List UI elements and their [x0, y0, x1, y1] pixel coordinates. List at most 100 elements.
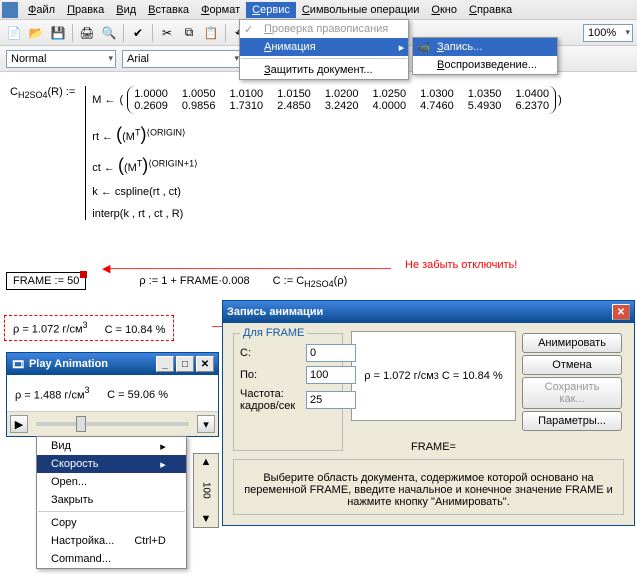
spell-icon[interactable]: ✔ — [128, 23, 148, 43]
matrix-cell: 1.0350 — [468, 88, 502, 100]
zoom-combo[interactable]: 100% — [583, 24, 633, 42]
help-text: Выберите область документа, содержимое к… — [240, 472, 617, 508]
play-slider[interactable] — [36, 422, 189, 426]
dlg-close-button[interactable]: ✕ — [612, 304, 630, 320]
red-note: Не забыть отключить! — [405, 259, 517, 271]
menu-service-dropdown: ✓Проверка правописанияАнимация▸ Защитить … — [239, 19, 409, 80]
matrix-cell: 1.0150 — [277, 88, 311, 100]
close-button[interactable]: ✕ — [196, 356, 214, 372]
save-icon[interactable]: 💾 — [48, 23, 68, 43]
matrix-cell: 1.0050 — [182, 88, 216, 100]
menu-item[interactable]: Воспроизведение... — [413, 56, 557, 74]
menu-item[interactable]: Анимация▸ — [240, 38, 408, 56]
from-input[interactable] — [306, 344, 356, 362]
menu-item[interactable]: Защитить документ... — [240, 61, 408, 79]
menu-Вид[interactable]: Вид — [110, 2, 142, 18]
worksheet: CH2SO4(R) := M ← ( 1.00001.00501.01001.0… — [0, 72, 637, 234]
minimize-button[interactable]: _ — [156, 356, 174, 372]
options-button[interactable]: Параметры... — [522, 411, 622, 431]
zoom-value: 100 — [201, 482, 212, 499]
cancel-button[interactable]: Отмена — [522, 355, 622, 375]
interp-line: interp(k , rt , ct , R) — [92, 208, 561, 220]
frame-box[interactable]: FRAME := 50 — [6, 272, 86, 290]
ctx-item[interactable]: Copy — [37, 514, 186, 532]
to-input[interactable] — [306, 366, 356, 384]
animate-button[interactable]: Анимировать — [522, 333, 622, 353]
c-def: C := CH2SO4(ρ) — [273, 275, 348, 287]
menu-Справка[interactable]: Справка — [463, 2, 518, 18]
dlg-title[interactable]: Запись анимации ✕ — [223, 301, 634, 323]
menu-Сервис[interactable]: Сервис — [246, 2, 296, 18]
matrix-cell: 4.0000 — [372, 100, 406, 112]
matrix-cell: 2.4850 — [277, 100, 311, 112]
preview-box: ρ = 1.072 г/см3 C = 10.84 % — [351, 331, 516, 421]
font-combo[interactable]: Arial — [122, 50, 242, 68]
playwin-body: ρ = 1.488 г/см3 C = 59.06 % — [7, 375, 218, 411]
matrix-cell: 1.0400 — [515, 88, 549, 100]
menu-animation-submenu: 📹Запись...Воспроизведение... — [412, 37, 558, 75]
func-def: CH2SO4(R) := — [10, 86, 75, 100]
menu-Файл[interactable]: Файл — [22, 2, 61, 18]
new-icon[interactable]: 📄 — [4, 23, 24, 43]
context-menu: Вид▸Скорость▸Open...Закрыть CopyНастройка… — [36, 436, 187, 569]
menubar: ФайлПравкаВидВставкаФорматСервисСимвольн… — [0, 0, 637, 20]
menu-item: ✓Проверка правописания — [240, 20, 408, 38]
copy-icon[interactable]: ⧉ — [179, 23, 199, 43]
from-label: С: — [240, 347, 300, 359]
menu-Символьные операции[interactable]: Символьные операции — [296, 2, 426, 18]
app-icon — [2, 2, 18, 18]
matrix-cell: 6.2370 — [515, 100, 549, 112]
menu-item[interactable]: 📹Запись... — [413, 38, 557, 56]
rt-line: rt ← ((MT)⟨ORIGIN⟩ — [92, 124, 561, 145]
menu-Вставка[interactable]: Вставка — [142, 2, 195, 18]
preview-icon[interactable]: 🔍 — [99, 23, 119, 43]
print-icon[interactable]: 🖨 — [77, 23, 97, 43]
ctx-item[interactable]: Закрыть — [37, 491, 186, 509]
ctx-item[interactable]: Open... — [37, 473, 186, 491]
ctx-item[interactable]: Вид▸ — [37, 437, 186, 455]
matrix-cell: 1.0100 — [230, 88, 264, 100]
matrix-cell: 3.2420 — [325, 100, 359, 112]
rho-def: ρ := 1 + FRAME·0.008 — [139, 275, 249, 287]
matrix-cell: 1.0250 — [372, 88, 406, 100]
matrix-cell: 0.2609 — [134, 100, 168, 112]
maximize-button[interactable]: □ — [176, 356, 194, 372]
program-block: M ← ( 1.00001.00501.01001.01501.02001.02… — [85, 86, 561, 220]
matrix-cell: 0.9856 — [182, 100, 216, 112]
open-icon[interactable]: 📂 — [26, 23, 46, 43]
ctx-item[interactable]: Скорость▸ — [37, 455, 186, 473]
matrix: 1.00001.00501.01001.01501.02001.02501.03… — [127, 86, 556, 114]
ctx-item[interactable]: Настройка...Ctrl+D — [37, 532, 186, 550]
ctx-item[interactable]: Command... — [37, 550, 186, 568]
playwin-title[interactable]: 🎞Play Animation _ □ ✕ — [7, 353, 218, 375]
k-line: k ← cspline(rt , ct) — [92, 186, 561, 198]
red-arrow-left: ◀──────────────────────────────────── — [102, 262, 391, 275]
record-animation-dialog: Запись анимации ✕ Для FRAME С: По: Часто… — [222, 300, 635, 526]
m-assign: M ← — [92, 94, 115, 106]
zoom-down-icon[interactable]: ▼ — [201, 513, 212, 525]
dlg-buttons: Анимировать Отмена Сохранить как... Пара… — [522, 331, 622, 453]
frame-group: Для FRAME С: По: Частота: кадров/сек — [233, 333, 343, 451]
play-icon[interactable]: ▶ — [10, 415, 28, 433]
menu-Формат[interactable]: Формат — [195, 2, 246, 18]
results-box: ρ = 1.072 г/см3 C = 10.84 % — [4, 315, 174, 341]
zoom-up-icon[interactable]: ▲ — [201, 456, 212, 468]
ct-line: ct ← ((MT)⟨ORIGIN+1⟩ — [92, 155, 561, 176]
matrix-cell: 1.0300 — [420, 88, 454, 100]
menu-icon[interactable]: ▾ — [197, 415, 215, 433]
paste-icon[interactable]: 📋 — [201, 23, 221, 43]
play-animation-window: 🎞Play Animation _ □ ✕ ρ = 1.488 г/см3 C … — [6, 352, 219, 437]
style-combo[interactable]: Normal — [6, 50, 116, 68]
zoom-popup[interactable]: ▲ 100 ▼ — [193, 453, 219, 528]
rate-label: Частота: кадров/сек — [240, 388, 300, 412]
group-label: Для FRAME — [240, 327, 307, 339]
matrix-cell: 5.4930 — [468, 100, 502, 112]
menu-Окно[interactable]: Окно — [425, 2, 463, 18]
matrix-cell: 1.7310 — [230, 100, 264, 112]
cut-icon[interactable]: ✂ — [157, 23, 177, 43]
to-label: По: — [240, 369, 300, 381]
menu-Правка[interactable]: Правка — [61, 2, 110, 18]
matrix-cell: 1.0000 — [134, 88, 168, 100]
saveas-button[interactable]: Сохранить как... — [522, 377, 622, 409]
rate-input[interactable] — [306, 391, 356, 409]
